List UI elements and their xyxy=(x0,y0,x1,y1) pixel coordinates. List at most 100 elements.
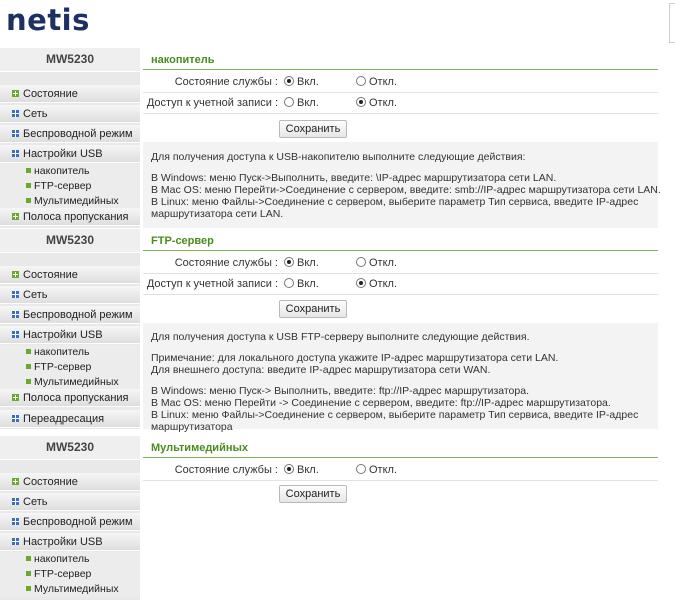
service-off-radio[interactable]: Откл. xyxy=(356,464,397,476)
sidebar-item-bandwidth[interactable]: Полоса пропускания xyxy=(0,389,140,407)
sidebar-subitem-ftp[interactable]: FTP-сервер xyxy=(0,360,140,375)
sidebar-item-bandwidth[interactable]: Полоса пропускания xyxy=(0,208,140,226)
sidebar-item-status[interactable]: Состояние xyxy=(0,85,140,103)
section-divider xyxy=(143,250,658,251)
bullet-icon xyxy=(26,586,31,591)
sidebar: MW5230 Состояние Сеть Беспроводной режим… xyxy=(0,48,140,228)
service-status-row: Состояние службы : Вкл. Откл. xyxy=(143,460,658,481)
sidebar-item-usb[interactable]: Настройки USB xyxy=(0,145,140,163)
sidebar-item-wireless[interactable]: Беспроводной режим xyxy=(0,513,140,531)
radio-unchecked-icon xyxy=(284,278,294,288)
section-divider xyxy=(143,457,658,458)
service-on-radio[interactable]: Вкл. xyxy=(284,76,319,88)
sidebar-item-network[interactable]: Сеть xyxy=(0,493,140,511)
expand-grid-icon xyxy=(12,311,19,318)
subitem-label: накопитель xyxy=(34,553,90,565)
subitem-label: FTP-сервер xyxy=(34,568,92,580)
sidebar-item-label: Настройки USB xyxy=(23,536,103,548)
sidebar-item-label: Настройки USB xyxy=(23,148,103,160)
sidebar-item-usb[interactable]: Настройки USB xyxy=(0,326,140,344)
service-off-radio[interactable]: Откл. xyxy=(356,257,397,269)
sidebar-item-status[interactable]: Состояние xyxy=(0,266,140,284)
sidebar-subitem-multimedia[interactable]: Мультимедийных xyxy=(0,582,140,597)
sidebar-item-label: Беспроводной режим xyxy=(23,128,133,140)
info-line: маршрутизатора xyxy=(151,421,233,433)
info-line: Для внешнего доступа: введите IP-адрес м… xyxy=(151,364,491,376)
sidebar-item-status[interactable]: Состояние xyxy=(0,473,140,491)
header: netis xyxy=(0,0,675,47)
account-access-row: Доступ к учетной записи : Вкл. Откл. xyxy=(143,274,658,295)
sidebar: MW5230 Состояние Сеть Беспроводной режим… xyxy=(0,229,140,429)
info-line: Примечание: для локального доступа укажи… xyxy=(151,352,559,364)
sidebar-item-label: Настройки USB xyxy=(23,329,103,341)
expand-grid-icon xyxy=(12,130,19,137)
bullet-icon xyxy=(26,168,31,173)
expand-grid-icon xyxy=(12,538,19,545)
save-button[interactable]: Сохранить xyxy=(279,300,347,318)
subitem-label: FTP-сервер xyxy=(34,180,92,192)
service-status-label: Состояние службы : xyxy=(174,257,278,269)
account-access-row: Доступ к учетной записи : Вкл. Откл. xyxy=(143,93,658,114)
service-status-label: Состояние службы : xyxy=(174,464,278,476)
bullet-icon xyxy=(26,198,31,203)
info-line: В Linux: меню Файлы->Соединение с сервер… xyxy=(151,409,639,421)
info-line: Для получения доступа к USB-накопителю в… xyxy=(151,151,526,163)
account-on-radio[interactable]: Вкл. xyxy=(284,97,319,109)
sidebar-item-network[interactable]: Сеть xyxy=(0,105,140,123)
content-storage: накопитель Состояние службы : Вкл. Откл.… xyxy=(143,48,661,228)
radio-label: Вкл. xyxy=(297,76,319,88)
sidebar-item-label: Сеть xyxy=(23,496,48,508)
panel-storage: MW5230 Состояние Сеть Беспроводной режим… xyxy=(0,48,675,228)
header-frame xyxy=(669,3,675,43)
expand-grid-icon xyxy=(12,291,19,298)
save-button[interactable]: Сохранить xyxy=(279,120,347,138)
sidebar-subitem-storage[interactable]: накопитель xyxy=(0,164,140,179)
sidebar-subitem-multimedia[interactable]: Мультимедийных xyxy=(0,194,140,209)
service-status-label: Состояние службы : xyxy=(174,76,278,88)
expand-grid-icon xyxy=(12,331,19,338)
sidebar-subitem-storage[interactable]: накопитель xyxy=(0,552,140,567)
sidebar: MW5230 Состояние Сеть Беспроводной режим… xyxy=(0,436,140,600)
sidebar-subitem-multimedia[interactable]: Мультимедийных xyxy=(0,375,140,390)
info-line: В Mac OS: меню Перейти -> Соединение с с… xyxy=(151,397,611,409)
sidebar-subitem-storage[interactable]: накопитель xyxy=(0,345,140,360)
sidebar-subitem-ftp[interactable]: FTP-сервер xyxy=(0,179,140,194)
sidebar-item-wireless[interactable]: Беспроводной режим xyxy=(0,306,140,324)
account-off-radio[interactable]: Откл. xyxy=(356,278,397,290)
sidebar-item-label: Сеть xyxy=(23,289,48,301)
panel-ftp: MW5230 Состояние Сеть Беспроводной режим… xyxy=(0,229,675,433)
radio-label: Откл. xyxy=(369,464,398,476)
content-ftp: FTP-сервер Состояние службы : Вкл. Откл.… xyxy=(143,229,658,433)
expand-grid-icon xyxy=(12,498,19,505)
expand-grid-icon xyxy=(12,415,19,422)
plus-icon xyxy=(12,213,19,220)
service-off-radio[interactable]: Откл. xyxy=(356,76,397,88)
subitem-label: накопитель xyxy=(34,346,90,358)
service-status-row: Состояние службы : Вкл. Откл. xyxy=(143,253,658,274)
subitem-label: Мультимедийных xyxy=(34,376,119,388)
sidebar-item-wireless[interactable]: Беспроводной режим xyxy=(0,125,140,143)
service-on-radio[interactable]: Вкл. xyxy=(284,464,319,476)
netis-logo[interactable]: netis xyxy=(6,3,90,37)
sidebar-subitem-ftp[interactable]: FTP-сервер xyxy=(0,567,140,582)
sidebar-item-label: Состояние xyxy=(23,476,78,488)
subitem-label: FTP-сервер xyxy=(34,361,92,373)
account-on-radio[interactable]: Вкл. xyxy=(284,278,319,290)
account-off-radio[interactable]: Откл. xyxy=(356,97,397,109)
bullet-icon xyxy=(26,379,31,384)
radio-label: Откл. xyxy=(369,97,398,109)
service-status-row: Состояние службы : Вкл. Откл. xyxy=(143,72,658,93)
plus-icon xyxy=(12,271,19,278)
expand-grid-icon xyxy=(12,150,19,157)
service-on-radio[interactable]: Вкл. xyxy=(284,257,319,269)
info-line: Для получения доступа к USB FTP-серверу … xyxy=(151,331,530,343)
save-button[interactable]: Сохранить xyxy=(279,485,347,503)
sidebar-item-port-forwarding[interactable]: Переадресация xyxy=(0,410,140,428)
account-access-label: Доступ к учетной записи : xyxy=(146,278,278,290)
sidebar-model-title: MW5230 xyxy=(0,436,140,460)
sidebar-item-usb[interactable]: Настройки USB xyxy=(0,533,140,551)
info-line: маршрутизатора сети LAN. xyxy=(151,208,284,220)
section-title: FTP-сервер xyxy=(151,235,214,247)
sidebar-item-label: Полоса пропускания xyxy=(23,392,129,404)
sidebar-item-network[interactable]: Сеть xyxy=(0,286,140,304)
